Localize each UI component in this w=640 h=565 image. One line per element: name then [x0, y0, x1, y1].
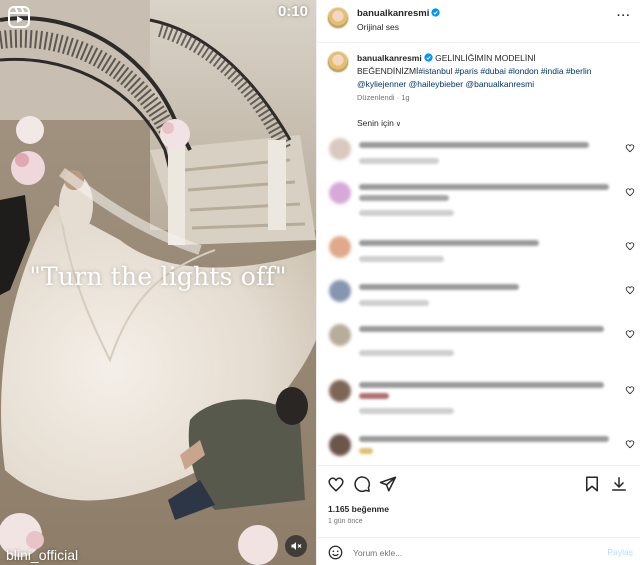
- blurred-comment-meta: [359, 408, 454, 414]
- video-watermark: blini_official: [6, 547, 79, 563]
- heart-icon[interactable]: [625, 187, 635, 197]
- blurred-comment-text: [359, 393, 389, 399]
- post-side-panel: banualkanresmi Orijinal ses ··· banualka…: [316, 0, 640, 565]
- blurred-comment-meta: [359, 300, 429, 306]
- share-icon[interactable]: [379, 475, 397, 493]
- blurred-comment-meta: [359, 210, 454, 216]
- post-time: 1 gün önce: [328, 518, 363, 525]
- blurred-comment-text: [359, 195, 449, 201]
- caption-username[interactable]: banualkanresmi: [357, 53, 422, 63]
- avatar[interactable]: [329, 280, 351, 302]
- comment-icon[interactable]: [353, 475, 371, 493]
- emoji-icon[interactable]: [328, 545, 343, 560]
- avatar[interactable]: [329, 182, 351, 204]
- hashtag-link[interactable]: #istanbul: [418, 66, 452, 76]
- blurred-comment-text: [359, 184, 609, 190]
- heart-icon[interactable]: [625, 385, 635, 395]
- reel-video[interactable]: 0:10 "Turn the lights off" blini_officia…: [0, 0, 316, 565]
- blurred-comment-meta: [359, 350, 454, 356]
- comment-item: [317, 234, 640, 278]
- video-timer: 0:10: [277, 3, 308, 20]
- heart-icon[interactable]: [625, 329, 635, 339]
- avatar[interactable]: [327, 7, 349, 29]
- heart-icon[interactable]: [625, 285, 635, 295]
- mention-link[interactable]: @haileybieber: [409, 79, 463, 89]
- avatar[interactable]: [329, 138, 351, 160]
- reels-icon[interactable]: [7, 5, 31, 29]
- post-actions: 1.165 beğenme 1 gün önce Paylaş: [317, 465, 640, 565]
- avatar[interactable]: [329, 236, 351, 258]
- download-icon[interactable]: [610, 475, 628, 493]
- blurred-comment-meta: [359, 158, 439, 164]
- comment-item: [317, 322, 640, 366]
- hashtag-link[interactable]: #paris: [455, 66, 478, 76]
- comment-item: [317, 180, 640, 224]
- blurred-comment-text: [359, 436, 609, 442]
- avatar[interactable]: [329, 434, 351, 456]
- comment-composer: Paylaş: [317, 537, 640, 565]
- post-header: banualkanresmi Orijinal ses ···: [317, 0, 640, 43]
- caption-meta: Düzenlendi · 1g: [357, 93, 410, 102]
- blurred-comment-meta: [359, 256, 444, 262]
- comment-item: [317, 136, 640, 180]
- heart-icon[interactable]: [625, 143, 635, 153]
- hashtag-link[interactable]: #india: [541, 66, 564, 76]
- mention-link[interactable]: @kyliejenner: [357, 79, 406, 89]
- header-username[interactable]: banualkanresmi: [357, 8, 429, 19]
- hashtag-link[interactable]: #london: [508, 66, 538, 76]
- video-caption-overlay: "Turn the lights off": [29, 262, 287, 291]
- blurred-comment-text: [359, 448, 373, 454]
- post-comment-button[interactable]: Paylaş: [607, 547, 633, 557]
- sort-label: Senin için: [357, 118, 394, 128]
- verified-badge-icon: [431, 8, 440, 17]
- blurred-comment-text: [359, 382, 604, 388]
- caption-text: banualkanresmi GELİNLİĞİMİN MODELİNİ BEĞ…: [357, 52, 633, 91]
- comment-item: [317, 278, 640, 322]
- verified-badge-icon: [424, 53, 433, 62]
- comment-sort-dropdown[interactable]: Senin için ∨: [357, 118, 401, 128]
- mention-link[interactable]: @banualkanresmi: [465, 79, 534, 89]
- chevron-down-icon: ∨: [395, 121, 401, 128]
- audio-label[interactable]: Orijinal ses: [357, 22, 399, 32]
- heart-icon[interactable]: [625, 439, 635, 449]
- heart-icon[interactable]: [625, 241, 635, 251]
- speaker-muted-icon: [291, 542, 302, 550]
- heart-icon[interactable]: [327, 475, 345, 493]
- reel-post-modal: 0:10 "Turn the lights off" blini_officia…: [0, 0, 640, 565]
- avatar[interactable]: [329, 380, 351, 402]
- more-options-icon[interactable]: ···: [617, 10, 631, 22]
- mute-button[interactable]: [285, 535, 307, 557]
- caption-avatar[interactable]: [327, 51, 349, 73]
- save-icon[interactable]: [583, 475, 601, 493]
- comment-item: [317, 378, 640, 422]
- avatar[interactable]: [329, 324, 351, 346]
- blurred-comment-text: [359, 326, 604, 332]
- blurred-comment-text: [359, 142, 589, 148]
- like-count[interactable]: 1.165 beğenme: [328, 504, 389, 514]
- hashtag-link[interactable]: #berlin: [566, 66, 592, 76]
- hashtag-link[interactable]: #dubai: [480, 66, 506, 76]
- comment-input[interactable]: [353, 544, 583, 561]
- blurred-comment-text: [359, 240, 539, 246]
- blurred-comment-text: [359, 284, 519, 290]
